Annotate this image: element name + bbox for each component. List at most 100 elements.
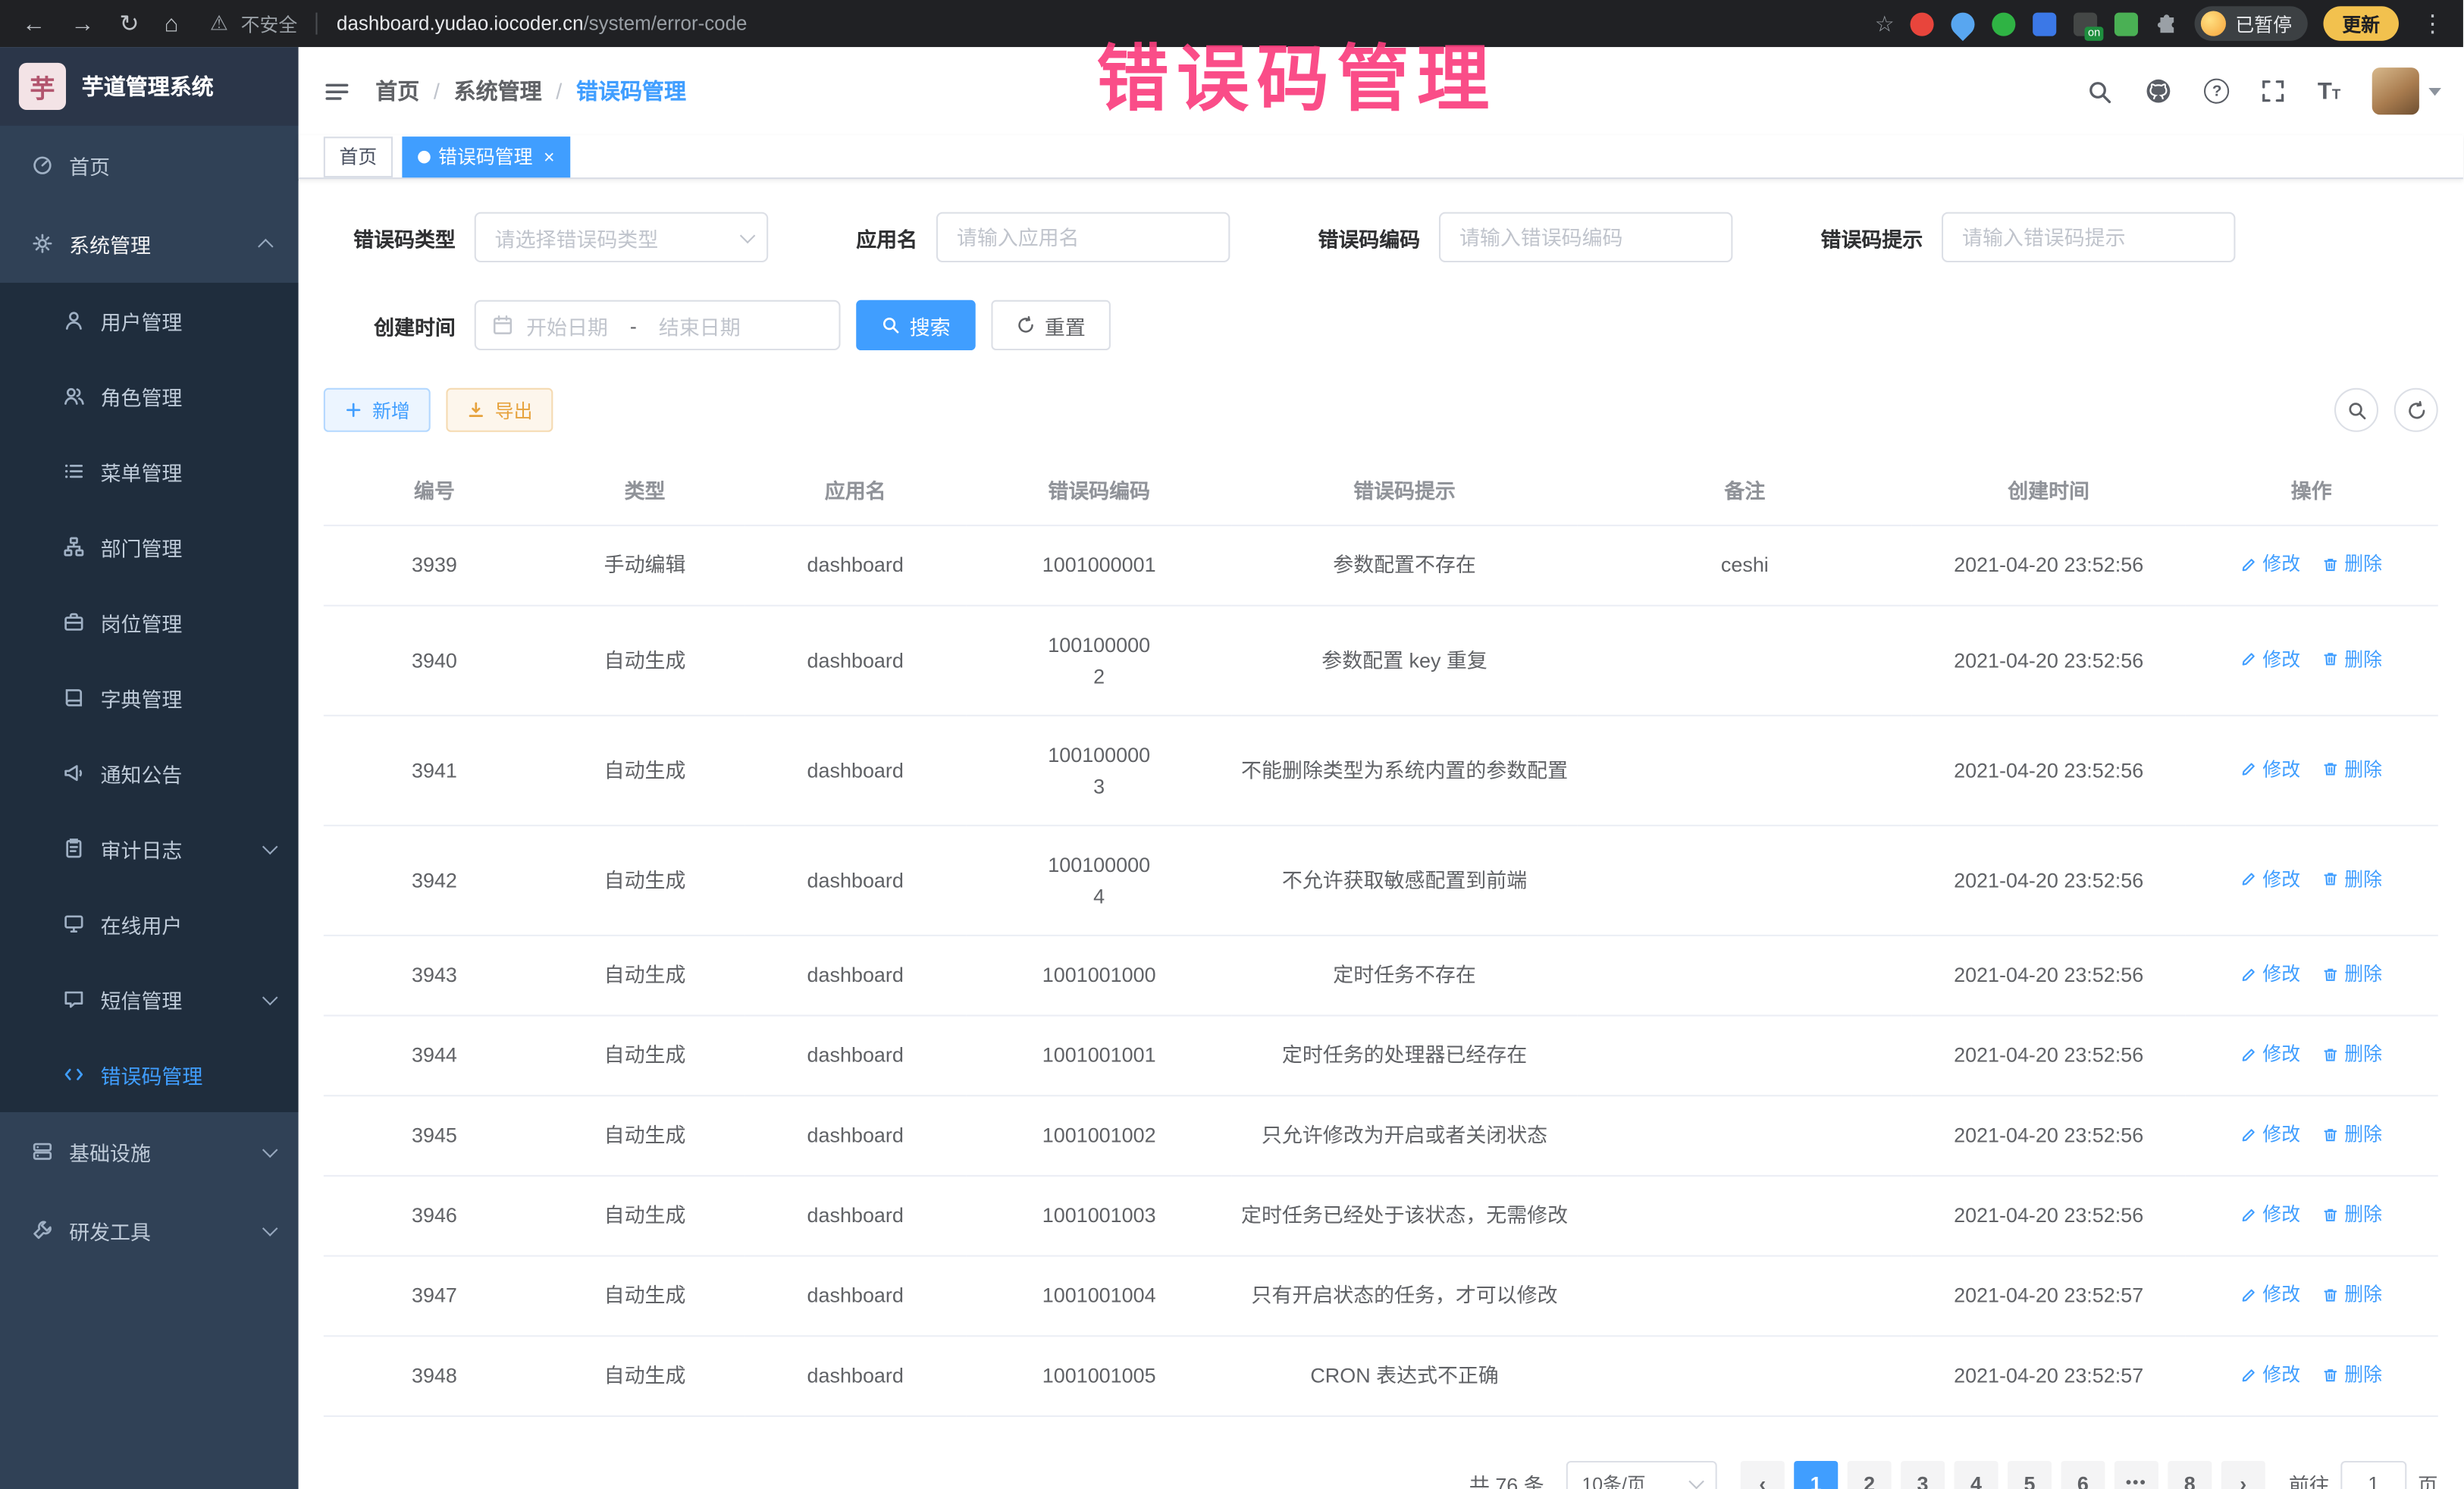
sidebar-item-post-management[interactable]: 岗位管理 <box>0 585 299 660</box>
edit-link[interactable]: 修改 <box>2240 1200 2300 1228</box>
page-button-8[interactable]: 8 <box>2168 1461 2212 1489</box>
font-size-icon[interactable]: TT <box>2318 78 2340 105</box>
tab-close-icon[interactable]: × <box>544 147 555 166</box>
breadcrumb-current: 错误码管理 <box>576 75 686 106</box>
refresh-table-button[interactable] <box>2394 388 2438 432</box>
tab-label: 错误码管理 <box>438 143 532 170</box>
delete-link[interactable]: 删除 <box>2322 645 2382 673</box>
breadcrumb-home[interactable]: 首页 <box>375 75 419 106</box>
next-page-button[interactable]: › <box>2221 1461 2265 1489</box>
tab-home[interactable]: 首页 <box>324 136 393 177</box>
security-warning-icon[interactable]: ⚠ <box>210 11 228 36</box>
sidebar-item-dev-tools[interactable]: 研发工具 <box>0 1191 299 1270</box>
error-type-select[interactable]: 请选择错误码类型 <box>475 212 768 262</box>
profile-paused-chip[interactable]: 已暂停 <box>2195 6 2308 41</box>
edit-link[interactable]: 修改 <box>2240 1360 2300 1388</box>
sidebar-item-menu-management[interactable]: 菜单管理 <box>0 434 299 509</box>
browser-menu-icon[interactable]: ⋮ <box>2415 9 2451 37</box>
edit-link[interactable]: 修改 <box>2240 1120 2300 1148</box>
delete-link[interactable]: 删除 <box>2322 960 2382 988</box>
user-avatar <box>2372 67 2419 114</box>
sidebar-toggle-icon[interactable] <box>324 78 350 105</box>
error-msg-input[interactable] <box>1942 212 2235 262</box>
show-search-button[interactable] <box>2334 388 2378 432</box>
date-range-picker[interactable]: 开始日期 - 结束日期 <box>475 300 841 350</box>
delete-link[interactable]: 删除 <box>2322 550 2382 578</box>
app-name-input[interactable] <box>936 212 1230 262</box>
browser-home-icon[interactable]: ⌂ <box>165 10 179 36</box>
fullscreen-icon[interactable] <box>2261 79 2286 104</box>
edit-link[interactable]: 修改 <box>2240 755 2300 783</box>
sidebar-item-dict-management[interactable]: 字典管理 <box>0 660 299 735</box>
page-size-select[interactable]: 10条/页 <box>1566 1461 1717 1489</box>
extension-recorder-icon[interactable] <box>1910 12 1933 36</box>
tab-error-code-management[interactable]: 错误码管理 × <box>402 136 570 177</box>
error-code-input[interactable] <box>1439 212 1732 262</box>
sidebar-item-error-code-management[interactable]: 错误码管理 <box>0 1037 299 1112</box>
app-logo-row[interactable]: 芋 芋道管理系统 <box>0 47 299 126</box>
delete-link[interactable]: 删除 <box>2322 865 2382 893</box>
page-button-4[interactable]: 4 <box>1955 1461 1998 1489</box>
address-bar[interactable]: ⚠ 不安全 dashboard.yudao.iocoder.cn/system/… <box>194 5 1859 42</box>
goto-page-input[interactable] <box>2340 1461 2406 1489</box>
table-header-row: 编号 类型 应用名 错误码编码 错误码提示 备注 创建时间 操作 <box>324 454 2438 525</box>
delete-link[interactable]: 删除 <box>2322 1200 2382 1228</box>
page-button-3[interactable]: 3 <box>1901 1461 1945 1489</box>
edit-link[interactable]: 修改 <box>2240 1040 2300 1068</box>
sidebar-item-role-management[interactable]: 角色管理 <box>0 358 299 433</box>
browser-update-button[interactable]: 更新 <box>2323 6 2398 41</box>
briefcase-icon <box>63 611 85 633</box>
extension-leaf-icon[interactable] <box>2114 12 2138 36</box>
bookmark-star-icon[interactable]: ☆ <box>1875 10 1895 36</box>
edit-link[interactable]: 修改 <box>2240 550 2300 578</box>
delete-link[interactable]: 删除 <box>2322 755 2382 783</box>
reset-button[interactable]: 重置 <box>991 300 1111 350</box>
sidebar-item-sms-management[interactable]: 短信管理 <box>0 961 299 1036</box>
help-icon[interactable]: ? <box>2205 79 2230 104</box>
sidebar-item-home[interactable]: 首页 <box>0 126 299 205</box>
edit-link[interactable]: 修改 <box>2240 960 2300 988</box>
extension-stats-icon[interactable] <box>2033 12 2056 36</box>
page-url[interactable]: dashboard.yudao.iocoder.cn/system/error-… <box>337 13 747 35</box>
extension-proxy-icon[interactable]: on <box>2074 12 2097 36</box>
export-button[interactable]: 导出 <box>446 388 553 432</box>
sidebar-item-infrastructure[interactable]: 基础设施 <box>0 1112 299 1191</box>
more-pages-button[interactable]: ••• <box>2114 1461 2158 1489</box>
page-button-1[interactable]: 1 <box>1794 1461 1838 1489</box>
edit-link[interactable]: 修改 <box>2240 865 2300 893</box>
sidebar-item-system-management[interactable]: 系统管理 <box>0 204 299 283</box>
github-icon[interactable] <box>2145 77 2173 105</box>
sidebar-item-notice[interactable]: 通知公告 <box>0 735 299 810</box>
extension-drop-icon[interactable] <box>1946 7 1980 40</box>
search-icon[interactable] <box>2086 78 2113 105</box>
user-menu[interactable] <box>2372 67 2441 114</box>
sidebar-item-user-management[interactable]: 用户管理 <box>0 283 299 358</box>
sidebar-item-audit-log[interactable]: 审计日志 <box>0 810 299 886</box>
delete-link[interactable]: 删除 <box>2322 1360 2382 1388</box>
sidebar-item-dept-management[interactable]: 部门管理 <box>0 509 299 584</box>
delete-link[interactable]: 删除 <box>2322 1120 2382 1148</box>
prev-page-button[interactable]: ‹ <box>1741 1461 1785 1489</box>
export-button-label: 导出 <box>495 397 533 423</box>
navbar-actions: ? TT <box>2086 67 2441 114</box>
browser-reload-icon[interactable]: ↻ <box>119 9 139 37</box>
main-content: 错误码类型 请选择错误码类型 应用名 错误码编码 错误码提示 <box>299 180 2463 1489</box>
page-button-6[interactable]: 6 <box>2061 1461 2105 1489</box>
edit-link[interactable]: 修改 <box>2240 645 2300 673</box>
edit-link[interactable]: 修改 <box>2240 1281 2300 1309</box>
browser-forward-icon[interactable]: → <box>71 10 94 36</box>
search-button[interactable]: 搜索 <box>856 300 976 350</box>
delete-link[interactable]: 删除 <box>2322 1040 2382 1068</box>
add-button[interactable]: 新增 <box>324 388 431 432</box>
page-button-2[interactable]: 2 <box>1848 1461 1892 1489</box>
col-header-type: 类型 <box>545 454 745 525</box>
page-button-5[interactable]: 5 <box>2008 1461 2052 1489</box>
delete-link[interactable]: 删除 <box>2322 1281 2382 1309</box>
extension-vue-devtools-icon[interactable] <box>1992 12 2015 36</box>
browser-back-icon[interactable]: ← <box>22 10 45 36</box>
security-label[interactable]: 不安全 <box>241 10 298 36</box>
sidebar-item-online-users[interactable]: 在线用户 <box>0 886 299 961</box>
extensions-puzzle-icon[interactable] <box>2155 12 2179 36</box>
filter-error-type: 错误码类型 请选择错误码类型 <box>324 212 768 262</box>
breadcrumb-system[interactable]: 系统管理 <box>454 75 542 106</box>
